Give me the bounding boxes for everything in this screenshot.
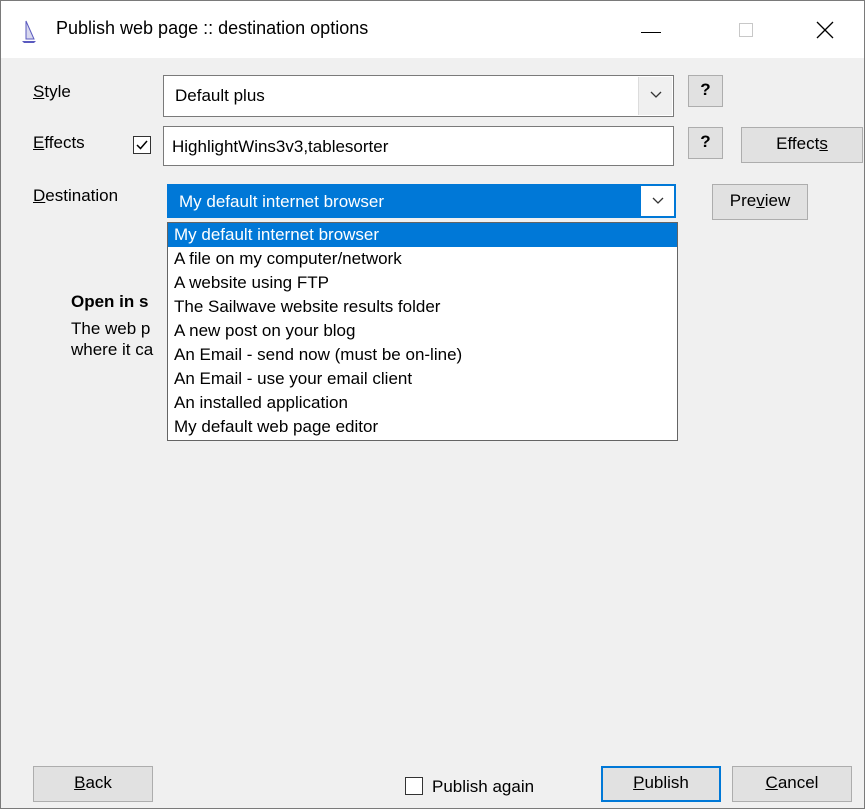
back-button[interactable]: Back — [33, 766, 153, 802]
dropdown-option[interactable]: A website using FTP — [168, 271, 677, 295]
style-label-mnemonic: S — [33, 82, 45, 101]
back-button-text: ack — [85, 773, 112, 792]
dropdown-option[interactable]: My default internet browser — [168, 223, 677, 247]
cancel-button-mnemonic: C — [765, 773, 778, 792]
publish-button-mnemonic: P — [633, 773, 645, 792]
destination-value: My default internet browser — [179, 192, 385, 211]
dropdown-option[interactable]: An Email - send now (must be on-line) — [168, 343, 677, 367]
dropdown-option[interactable]: My default web page editor — [168, 415, 677, 439]
effects-value: HighlightWins3v3,tablesorter — [172, 137, 389, 156]
destination-label: Destination — [33, 186, 118, 206]
dropdown-option[interactable]: A new post on your blog — [168, 319, 677, 343]
title-bar: Publish web page :: destination options — [1, 1, 864, 58]
effects-label: Effects — [33, 133, 85, 153]
effects-label-mnemonic: E — [33, 133, 45, 152]
window-title: Publish web page :: destination options — [56, 18, 369, 38]
effects-input[interactable]: HighlightWins3v3,tablesorter — [163, 126, 674, 166]
sailboat-icon — [19, 19, 39, 45]
info-heading: Open in s — [71, 292, 149, 311]
effects-button[interactable]: Effects — [741, 127, 863, 163]
effects-button-text-a: Effect — [776, 134, 820, 153]
close-icon — [795, 21, 853, 62]
cancel-button-text: ancel — [777, 773, 819, 792]
publish-again-label: Publish again — [432, 777, 535, 796]
style-label: Style — [33, 82, 71, 102]
destination-label-mnemonic: D — [33, 186, 46, 205]
style-combobox[interactable]: Default plus — [163, 75, 674, 117]
effects-button-mnemonic: s — [819, 134, 828, 153]
info-line-1: The web p — [71, 319, 151, 338]
dialog-window: Publish web page :: destination options … — [0, 0, 865, 809]
preview-button-text-b: iew — [764, 191, 791, 210]
chevron-down-icon — [652, 197, 664, 204]
publish-button-text: ublish — [644, 773, 689, 792]
effects-checkbox[interactable] — [133, 136, 151, 154]
close-button[interactable] — [795, 1, 853, 58]
style-value: Default plus — [175, 86, 265, 105]
minimize-button[interactable] — [621, 1, 679, 58]
destination-combobox[interactable]: My default internet browser — [167, 184, 676, 218]
destination-label-text: estination — [45, 186, 119, 205]
style-help-button[interactable]: ? — [688, 75, 723, 107]
publish-again-checkbox[interactable] — [405, 777, 423, 795]
effects-label-text: ffects — [44, 133, 85, 152]
destination-dropdown-arrow[interactable] — [641, 186, 674, 216]
cancel-button[interactable]: Cancel — [732, 766, 852, 802]
info-line-2: where it ca — [71, 340, 154, 359]
preview-button-text-a: Pre — [729, 191, 757, 210]
destination-dropdown-list: My default internet browser A file on my… — [167, 222, 678, 441]
style-label-text: tyle — [44, 82, 71, 101]
publish-button[interactable]: Publish — [601, 766, 721, 802]
maximize-button — [717, 1, 775, 58]
preview-button-mnemonic: v — [756, 191, 765, 210]
chevron-down-icon — [650, 91, 662, 98]
style-dropdown-arrow[interactable] — [638, 77, 672, 115]
checkmark-icon — [136, 140, 148, 150]
dropdown-option[interactable]: An Email - use your email client — [168, 367, 677, 391]
dropdown-option[interactable]: A file on my computer/network — [168, 247, 677, 271]
dropdown-option[interactable]: An installed application — [168, 391, 677, 415]
preview-button[interactable]: Preview — [712, 184, 808, 220]
dropdown-option[interactable]: The Sailwave website results folder — [168, 295, 677, 319]
effects-help-button[interactable]: ? — [688, 127, 723, 159]
back-button-mnemonic: B — [74, 773, 86, 792]
